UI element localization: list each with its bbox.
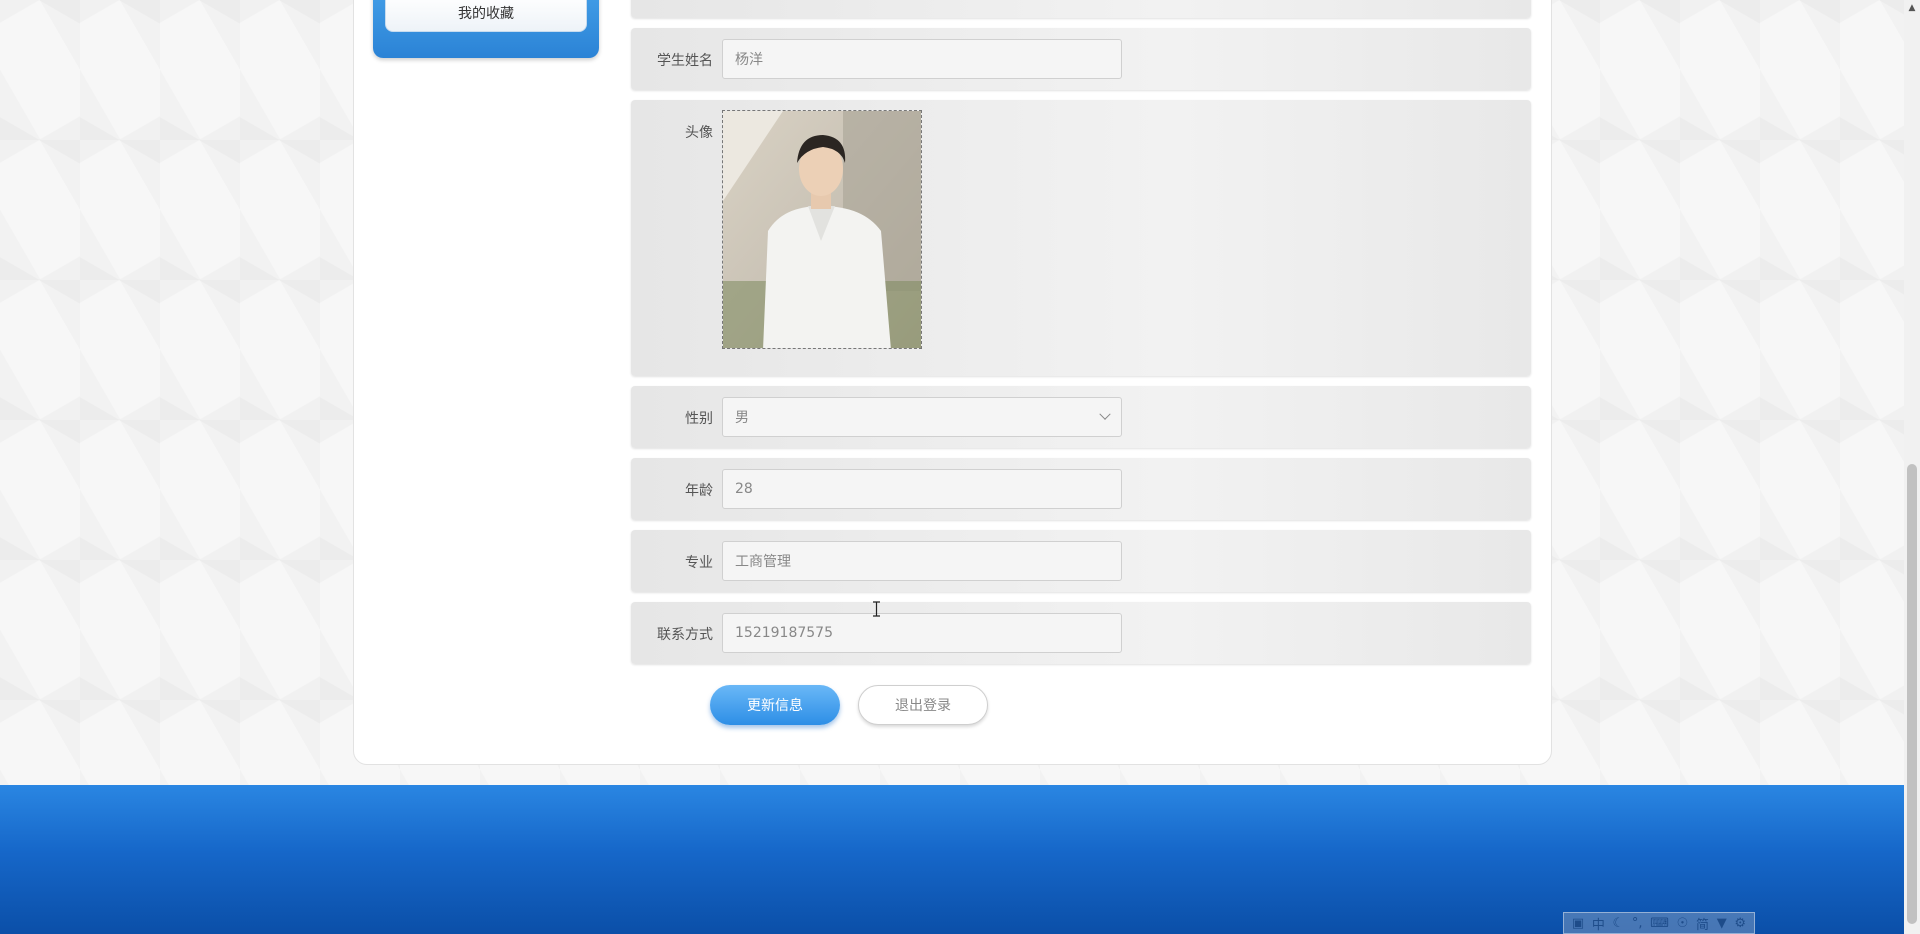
- gender-select[interactable]: 男: [722, 397, 1122, 437]
- scrollbar-thumb[interactable]: [1907, 464, 1917, 924]
- update-info-button[interactable]: 更新信息: [710, 685, 840, 725]
- avatar-label: 头像: [685, 125, 713, 141]
- settings-icon[interactable]: ⚙: [1734, 916, 1746, 931]
- page-scrollbar[interactable]: ▲: [1904, 0, 1920, 934]
- form-row-name: 学生姓名 杨洋: [631, 28, 1531, 90]
- name-label: 学生姓名: [657, 53, 713, 69]
- previous-form-row: [631, 0, 1531, 18]
- contact-input[interactable]: 15219187575: [722, 613, 1122, 653]
- avatar-upload[interactable]: [722, 110, 922, 349]
- punctuation-icon[interactable]: °,: [1632, 916, 1643, 931]
- avatar-image: [723, 111, 921, 348]
- gender-value: 男: [735, 410, 749, 426]
- major-label: 专业: [685, 555, 713, 571]
- ime-logo-icon[interactable]: ▣: [1572, 916, 1584, 931]
- age-label: 年龄: [685, 483, 713, 499]
- contact-label: 联系方式: [657, 627, 713, 643]
- sidebar-item-label: 我的收藏: [458, 6, 514, 22]
- logout-button[interactable]: 退出登录: [858, 685, 988, 725]
- ime-simplified-toggle[interactable]: 简: [1696, 914, 1709, 933]
- form-row-age: 年龄 28: [631, 458, 1531, 520]
- scroll-up-arrow-icon[interactable]: ▲: [1904, 0, 1920, 16]
- name-input[interactable]: 杨洋: [722, 39, 1122, 79]
- toolbox-icon[interactable]: ▼: [1717, 916, 1727, 931]
- ime-toolbar[interactable]: ▣ 中 ☾ °, ⌨ ☉ 简 ▼ ⚙: [1563, 912, 1755, 934]
- text-cursor-icon: [873, 601, 880, 617]
- major-input[interactable]: 工商管理: [722, 541, 1122, 581]
- sidebar-item-favorites[interactable]: 我的收藏: [385, 0, 587, 32]
- ime-mode-toggle[interactable]: 中: [1592, 914, 1605, 933]
- age-input[interactable]: 28: [722, 469, 1122, 509]
- form-row-gender: 性别 男: [631, 386, 1531, 448]
- chevron-down-icon: [1099, 408, 1111, 420]
- form-row-major: 专业 工商管理: [631, 530, 1531, 592]
- skin-icon[interactable]: ☉: [1677, 916, 1689, 931]
- sidebar-menu: 我的收藏: [373, 0, 599, 58]
- keyboard-icon[interactable]: ⌨: [1650, 916, 1669, 931]
- form-row-avatar: 头像: [631, 100, 1531, 376]
- gender-label: 性别: [685, 411, 713, 427]
- moon-icon[interactable]: ☾: [1613, 916, 1625, 931]
- form-row-contact: 联系方式 15219187575: [631, 602, 1531, 664]
